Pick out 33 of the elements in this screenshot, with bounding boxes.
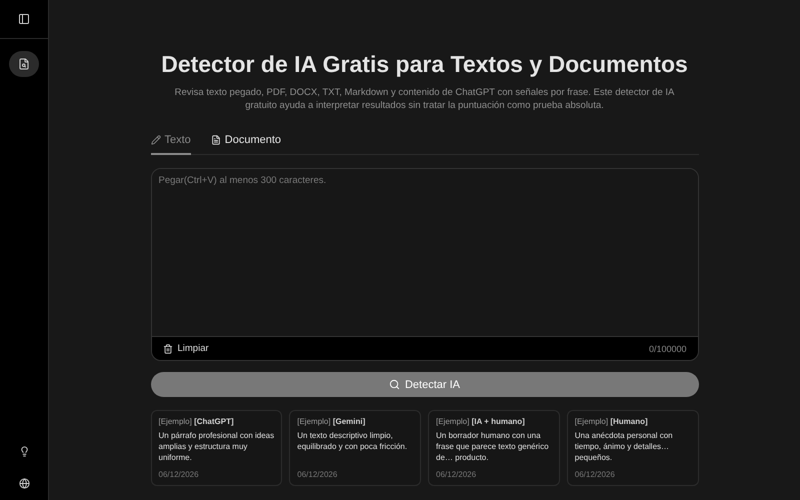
example-description: Un texto descriptivo limpio, equilibrado y con poca fricción. bbox=[297, 430, 408, 452]
lightbulb-icon bbox=[18, 446, 30, 456]
example-card[interactable]: [Ejemplo] [Gemini] Un texto descriptivo limpio, equilibrado y con poca fricción. 06/12/2026 bbox=[289, 410, 421, 486]
search-icon bbox=[388, 379, 400, 390]
page-subtitle: Revisa texto pegado, PDF, DOCX, TXT, Markdown y contenido de ChatGPT con señales por frase. Este detector de IA gratuito ayuda a interpretar resultados sin tratar la puntuación como prueba absoluta. bbox=[174, 86, 676, 112]
example-tag: [Ejemplo] [Humano] bbox=[574, 417, 690, 426]
character-counter: 0/100000 bbox=[648, 344, 686, 354]
sidebar-toggle-icon bbox=[18, 13, 30, 25]
clear-button[interactable]: Limpiar bbox=[162, 343, 209, 354]
tab[interactable]: Documento bbox=[210, 128, 282, 155]
tab[interactable]: Texto bbox=[150, 128, 191, 155]
text-input-field[interactable]: Pegar(Ctrl+V) al menos 300 caracteres. Limpiar 0/100000 bbox=[150, 168, 698, 361]
trash-icon bbox=[162, 344, 172, 354]
pencil-icon bbox=[150, 135, 160, 145]
example-card[interactable]: [Ejemplo] [ChatGPT] Un párrafo profesional con ideas amplias y estructura muy uniforme. 06/12/2026 bbox=[150, 410, 282, 486]
example-tag: [Ejemplo] [ChatGPT] bbox=[158, 417, 274, 426]
example-date: 06/12/2026 bbox=[158, 470, 200, 479]
document-search-icon bbox=[18, 58, 30, 70]
example-tag: [Ejemplo] [Gemini] bbox=[297, 417, 413, 426]
example-date: 06/12/2026 bbox=[436, 470, 478, 479]
example-date: 06/12/2026 bbox=[297, 470, 338, 479]
globe-icon bbox=[18, 478, 30, 488]
example-date: 06/12/2026 bbox=[574, 470, 616, 479]
example-tag: [Ejemplo] [IA + humano] bbox=[436, 417, 552, 426]
example-description: Una anécdota personal con tiempo, ánimo y detalles… pequeños. bbox=[574, 430, 674, 463]
example-card[interactable]: [Ejemplo] [Humano] Una anécdota personal con tiempo, ánimo y detalles… pequeños. 06/12/2026 bbox=[566, 410, 698, 486]
sidebar-item[interactable] bbox=[9, 51, 39, 77]
example-card[interactable]: [Ejemplo] [IA + humano] Un borrador humano con una frase que parece texto genérico de… producto. 06/12/2026 bbox=[428, 410, 560, 486]
example-description: Un párrafo profesional con ideas amplias y estructura muy uniforme. bbox=[158, 430, 274, 463]
page-title: Detector de IA Gratis para Textos y Documentos bbox=[160, 51, 689, 78]
example-description: Un borrador humano con una frase que parece texto genérico de… producto. bbox=[436, 430, 550, 463]
detect-button[interactable]: Detectar IA bbox=[150, 372, 698, 397]
document-icon bbox=[210, 135, 221, 145]
